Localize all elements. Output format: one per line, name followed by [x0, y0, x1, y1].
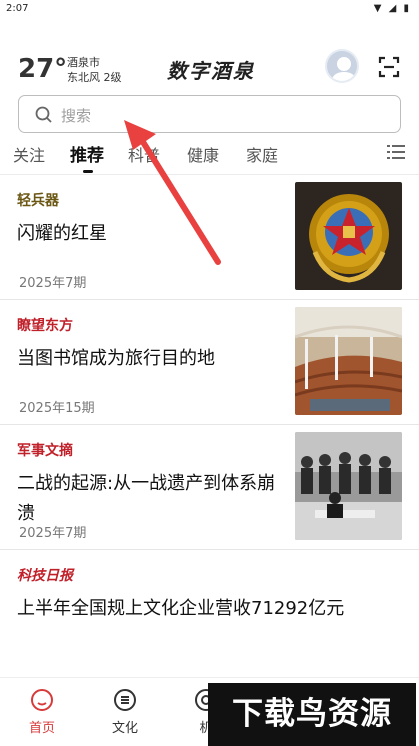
- article-title: 二战的起源:从一战遗产到体系崩溃: [17, 473, 276, 524]
- article-item[interactable]: 军事文摘 二战的起源:从一战遗产到体系崩溃 2025年7期: [0, 425, 419, 550]
- avatar[interactable]: [325, 49, 359, 83]
- article-thumbnail: [295, 182, 402, 290]
- user-avatar-icon: [331, 57, 357, 81]
- nav-culture[interactable]: 文化: [95, 688, 155, 736]
- article-title: 当图书馆成为旅行目的地: [17, 348, 215, 369]
- status-icons: ▼ ◢ ▮: [373, 3, 411, 14]
- search-icon: [35, 106, 52, 123]
- tab-science[interactable]: 科普: [128, 142, 160, 166]
- article-date: 2025年15期: [19, 401, 95, 416]
- search-placeholder: 搜索: [61, 107, 92, 125]
- tab-health[interactable]: 健康: [187, 142, 219, 166]
- article-date: 2025年7期: [19, 276, 87, 291]
- scan-button[interactable]: [378, 56, 400, 78]
- nav-home-label: 首页: [28, 721, 55, 736]
- search-input[interactable]: 搜索: [18, 95, 401, 133]
- category-tabs: 关注 推荐 科普 健康 家庭: [0, 140, 419, 174]
- tab-family[interactable]: 家庭: [246, 142, 278, 166]
- article-date: 2025年7期: [19, 526, 87, 541]
- article-item[interactable]: 瞭望东方 当图书馆成为旅行目的地 2025年15期: [0, 300, 419, 425]
- watermark: 下载鸟资源: [208, 683, 416, 746]
- article-item[interactable]: 轻兵器 闪耀的红星 2025年7期: [0, 175, 419, 300]
- article-item[interactable]: 科技日报 上半年全国规上文化企业营收71292亿元: [0, 550, 419, 675]
- article-thumbnail: [295, 432, 402, 540]
- article-title: 上半年全国规上文化企业营收71292亿元: [17, 598, 345, 619]
- nav-culture-label: 文化: [111, 721, 138, 736]
- tab-follow[interactable]: 关注: [13, 142, 45, 166]
- article-thumbnail: [295, 307, 402, 415]
- article-source: 军事文摘: [17, 443, 73, 459]
- tab-active-indicator: [83, 170, 93, 173]
- category-menu-icon[interactable]: [387, 144, 405, 160]
- nav-home[interactable]: 首页: [12, 688, 72, 736]
- weather-city: 酒泉市: [67, 56, 100, 69]
- tab-recommended[interactable]: 推荐: [70, 141, 104, 166]
- home-icon: [31, 689, 53, 711]
- weather-temperature: 27°: [18, 54, 68, 84]
- scan-icon: [378, 56, 400, 78]
- article-title: 闪耀的红星: [17, 223, 107, 244]
- culture-icon: [114, 689, 136, 711]
- app-title: 数字酒泉: [167, 59, 255, 83]
- status-time: 2:07: [6, 3, 29, 14]
- status-bar: 2:07 ▼ ◢ ▮: [0, 0, 419, 18]
- article-source: 科技日报: [17, 568, 73, 584]
- article-source: 瞭望东方: [17, 318, 73, 334]
- weather-wind: 东北风 2级: [67, 71, 122, 84]
- article-source: 轻兵器: [17, 193, 59, 209]
